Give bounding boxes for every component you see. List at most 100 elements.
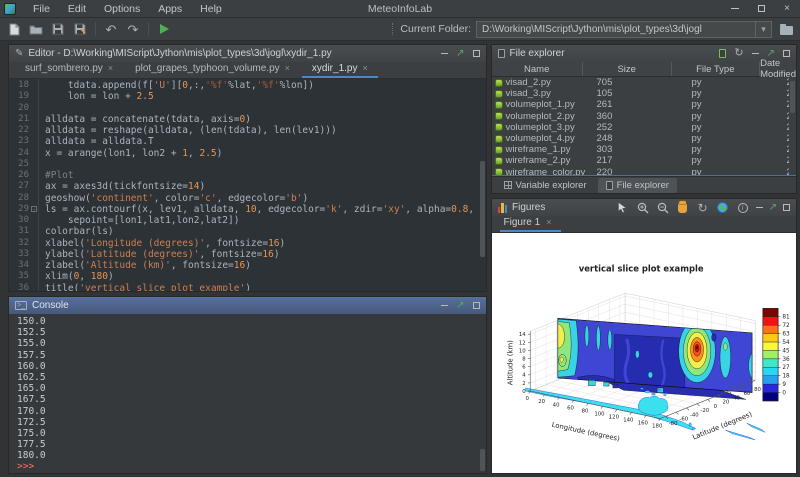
code-editor[interactable]: 181920212223242526272829-30313233343536 … bbox=[9, 79, 486, 292]
console-line: 175.0 bbox=[17, 428, 486, 439]
close-button[interactable]: × bbox=[774, 0, 800, 18]
py-file-icon bbox=[495, 79, 503, 87]
editor-tab-surf_sombrero.py[interactable]: surf_sombrero.py× bbox=[15, 62, 123, 78]
console-line: 165.0 bbox=[17, 383, 486, 394]
chevron-down-icon[interactable]: ▾ bbox=[755, 22, 771, 37]
panel-minimize-icon[interactable] bbox=[756, 207, 763, 208]
menu-file[interactable]: File bbox=[24, 2, 59, 16]
code-area[interactable]: tdata.append(f['U'][0,:,'%f'%lat,'%f'%lo… bbox=[39, 79, 486, 292]
console-prompt[interactable]: >>> bbox=[17, 461, 486, 472]
figure-canvas[interactable]: vertical slice plot example bbox=[492, 233, 796, 473]
panel-maximize-icon[interactable] bbox=[783, 204, 790, 211]
panel-float-icon[interactable]: ↗ bbox=[456, 49, 464, 59]
table-row[interactable]: volumeplot_1.py261py2021/7/30 08:45 bbox=[492, 99, 796, 110]
identify-icon[interactable]: i bbox=[736, 201, 750, 215]
tick-label: 45 bbox=[782, 348, 790, 354]
panel-float-icon[interactable]: ↗ bbox=[767, 49, 775, 59]
editor-scrollbar[interactable] bbox=[479, 79, 486, 292]
select-cursor-icon[interactable] bbox=[616, 201, 630, 215]
undo-button[interactable]: ↶ bbox=[102, 20, 120, 38]
table-row[interactable]: volumeplot_3.py252py2021/7/25 10:29 bbox=[492, 122, 796, 133]
panel-maximize-icon[interactable] bbox=[473, 50, 480, 57]
table-row[interactable]: visad_2.py705py2019/9/3 02:11 bbox=[492, 77, 796, 88]
file-table[interactable]: visad_2.py705py2019/9/3 02:11visad_3.py1… bbox=[492, 77, 796, 176]
tab-file-explorer[interactable]: File explorer bbox=[598, 178, 677, 193]
close-tab-icon[interactable]: × bbox=[108, 63, 113, 73]
close-tab-icon[interactable]: × bbox=[362, 63, 367, 73]
editor-tab-xydir_1.py[interactable]: xydir_1.py× bbox=[302, 62, 378, 78]
tick-label: 9 bbox=[782, 382, 786, 388]
tab-label: plot_grapes_typhoon_volume.py bbox=[135, 63, 280, 74]
current-folder-value[interactable]: D:\Working\MIScript\Jython\mis\plot_type… bbox=[477, 24, 755, 35]
table-row[interactable]: wireframe_2.py217py2020/11/10 11:20 bbox=[492, 155, 796, 166]
redo-button[interactable]: ↷ bbox=[124, 20, 142, 38]
panel-float-icon[interactable]: ↗ bbox=[769, 203, 777, 213]
open-button[interactable] bbox=[27, 20, 45, 38]
save-as-button[interactable] bbox=[71, 20, 89, 38]
console-title: Console bbox=[32, 300, 69, 311]
browse-folder-button[interactable] bbox=[777, 20, 795, 38]
code-line: sepoint=[lon1,lat1,lon2,lat2]) bbox=[45, 215, 486, 226]
menubar: FileEditOptionsAppsHelp bbox=[24, 2, 231, 16]
save-button[interactable] bbox=[49, 20, 67, 38]
column-header-modified[interactable]: Date Modified bbox=[760, 62, 796, 76]
console-scrollbar[interactable] bbox=[479, 314, 486, 473]
maximize-button[interactable] bbox=[748, 0, 774, 18]
column-header-name[interactable]: Name bbox=[492, 62, 583, 76]
menu-options[interactable]: Options bbox=[95, 2, 149, 16]
save-as-icon bbox=[74, 23, 86, 35]
minimize-button[interactable] bbox=[722, 0, 748, 18]
table-row[interactable]: volumeplot_4.py248py2021/7/25 10:38 bbox=[492, 133, 796, 144]
tick-label: -80 bbox=[668, 421, 677, 427]
menu-apps[interactable]: Apps bbox=[149, 2, 191, 16]
scrollbar-thumb[interactable] bbox=[480, 161, 485, 258]
editor-controls: ↗ bbox=[441, 49, 479, 59]
column-header-filetype[interactable]: File Type bbox=[672, 62, 761, 76]
panel-maximize-icon[interactable] bbox=[473, 302, 480, 309]
left-column: ✎ Editor - D:\Working\MIScript\Jython\mi… bbox=[8, 44, 487, 474]
table-row[interactable]: wireframe_1.py303py2020/11/10 11:19 bbox=[492, 144, 796, 155]
table-row[interactable]: wireframe_color.py220py2020/11/10 11:20 bbox=[492, 167, 796, 177]
tick-label: 20 bbox=[722, 400, 729, 406]
close-tab-icon[interactable]: × bbox=[546, 217, 551, 227]
column-header-size[interactable]: Size bbox=[583, 62, 672, 76]
panel-float-icon[interactable]: ↗ bbox=[456, 301, 464, 311]
fold-icon[interactable]: - bbox=[31, 206, 37, 212]
vertical-slice-plot[interactable]: vertical slice plot example bbox=[492, 233, 796, 471]
tick-label: 72 bbox=[782, 323, 790, 329]
table-row[interactable]: visad_3.py105py2017/7/12 09:00 bbox=[492, 88, 796, 99]
pan-hand-icon[interactable] bbox=[676, 201, 690, 215]
tab-variable-explorer[interactable]: Variable explorer bbox=[496, 178, 595, 193]
refresh-icon[interactable]: ↻ bbox=[734, 48, 743, 59]
table-scrollbar[interactable] bbox=[789, 77, 796, 175]
edit-icon: ✎ bbox=[15, 49, 23, 59]
table-row[interactable]: volumeplot_2.py360py2021/8/23 05:45 bbox=[492, 111, 796, 122]
new-file-icon[interactable] bbox=[719, 49, 726, 58]
rotate-icon[interactable]: ↻ bbox=[696, 201, 710, 215]
panel-minimize-icon[interactable] bbox=[441, 305, 448, 306]
zoom-in-icon[interactable] bbox=[636, 201, 650, 215]
zoom-out-icon[interactable] bbox=[656, 201, 670, 215]
tick-label: 20 bbox=[538, 399, 545, 405]
panel-minimize-icon[interactable] bbox=[441, 53, 448, 54]
editor-tab-plot_grapes_typhoon_volume.py[interactable]: plot_grapes_typhoon_volume.py × bbox=[125, 62, 300, 78]
scrollbar-thumb[interactable] bbox=[790, 81, 795, 113]
x-axis-label: Longitude (degrees) bbox=[550, 421, 620, 443]
console-output[interactable]: 150.0152.5155.0157.5160.0162.5165.0167.5… bbox=[9, 314, 486, 473]
current-folder-combo[interactable]: D:\Working\MIScript\Jython\mis\plot_type… bbox=[476, 21, 772, 38]
panel-maximize-icon[interactable] bbox=[783, 50, 790, 57]
plot-title: vertical slice plot example bbox=[578, 264, 703, 274]
console-line: 157.5 bbox=[17, 350, 486, 361]
tick-label: 12 bbox=[518, 340, 525, 346]
tab-figure-1[interactable]: Figure 1 × bbox=[500, 216, 562, 232]
toolbar-drag-handle[interactable] bbox=[392, 23, 395, 35]
run-button[interactable] bbox=[155, 20, 173, 38]
new-script-button[interactable] bbox=[5, 20, 23, 38]
globe-icon[interactable] bbox=[716, 201, 730, 215]
close-tab-icon[interactable]: × bbox=[285, 63, 290, 73]
current-folder-group: Current Folder: D:\Working\MIScript\Jyth… bbox=[392, 20, 795, 38]
scrollbar-thumb[interactable] bbox=[480, 449, 485, 471]
menu-help[interactable]: Help bbox=[191, 2, 231, 16]
panel-minimize-icon[interactable] bbox=[752, 53, 759, 54]
menu-edit[interactable]: Edit bbox=[59, 2, 95, 16]
